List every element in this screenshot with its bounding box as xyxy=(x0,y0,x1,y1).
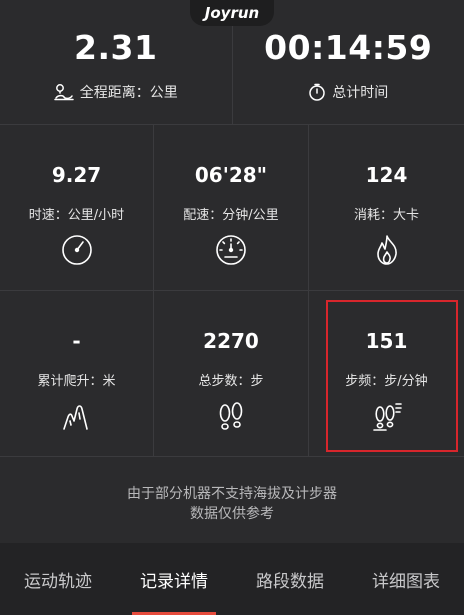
tab-track-label: 运动轨迹 xyxy=(24,571,92,592)
record-detail-screen: Joyrun 2.31 全程距离：公里 00:14:59 总计时间 9.27 时… xyxy=(0,0,464,615)
gauge-icon xyxy=(216,235,246,265)
distance-label-row: 全程距离：公里 xyxy=(0,82,232,102)
cadence-value: 151 xyxy=(365,329,408,353)
climb-label: 累计爬升：米 xyxy=(37,374,116,389)
bottom-tab-bar: 运动轨迹 记录详情 路段数据 详细图表 xyxy=(0,543,464,615)
flame-icon xyxy=(376,235,397,265)
speed-value: 9.27 xyxy=(51,163,102,187)
calories-label: 消耗：大卡 xyxy=(353,208,419,223)
speed-cell: 9.27 时速：公里/小时 xyxy=(0,125,154,291)
calories-value: 124 xyxy=(365,163,408,187)
climb-value: - xyxy=(72,329,81,353)
tab-record-detail-label: 记录详情 xyxy=(140,571,208,592)
tab-detailed-charts[interactable]: 详细图表 xyxy=(348,543,464,615)
tab-track[interactable]: 运动轨迹 xyxy=(0,543,116,615)
mountain-icon xyxy=(62,405,88,430)
tab-segment-data[interactable]: 路段数据 xyxy=(232,543,348,615)
disclaimer-line-1: 由于部分机器不支持海拔及计步器 xyxy=(127,486,337,502)
speed-label: 时速：公里/小时 xyxy=(28,208,125,223)
calories-cell: 124 消耗：大卡 xyxy=(309,125,464,291)
disclaimer-line-2: 数据仅供参考 xyxy=(190,506,274,522)
climb-cell: - 累计爬升：米 xyxy=(0,291,154,457)
steps-label: 总步数：步 xyxy=(198,374,264,389)
steps-value: 2270 xyxy=(203,329,259,353)
tab-segment-data-label: 路段数据 xyxy=(256,571,324,592)
tab-detailed-charts-label: 详细图表 xyxy=(372,571,440,592)
steps-cell: 2270 总步数：步 xyxy=(154,291,309,457)
cadence-label: 步频：步/分钟 xyxy=(345,374,428,389)
cadence-cell: 151 步频：步/分钟 xyxy=(309,291,464,457)
footprints-icon xyxy=(219,402,243,430)
brand-label: Joyrun xyxy=(190,0,274,26)
data-disclaimer: 由于部分机器不支持海拔及计步器 数据仅供参考 xyxy=(0,484,464,524)
footprints-lines-icon xyxy=(372,403,402,431)
time-label-row: 总计时间 xyxy=(233,82,464,102)
route-icon xyxy=(54,84,74,101)
tab-record-detail[interactable]: 记录详情 xyxy=(116,543,232,615)
time-label: 总计时间 xyxy=(332,85,389,101)
distance-label: 全程距离：公里 xyxy=(79,85,178,101)
pace-cell: 06'28" 配速：分钟/公里 xyxy=(154,125,309,291)
speedometer-icon xyxy=(61,235,92,265)
stopwatch-icon xyxy=(309,83,325,101)
pace-value: 06'28" xyxy=(194,163,268,187)
metrics-grid: 9.27 时速：公里/小时 06'28" 配速：分钟/公里 124 消耗：大卡 xyxy=(0,125,464,457)
time-value: 00:14:59 xyxy=(264,28,433,67)
pace-label: 配速：分钟/公里 xyxy=(183,208,279,223)
distance-value: 2.31 xyxy=(74,28,158,67)
